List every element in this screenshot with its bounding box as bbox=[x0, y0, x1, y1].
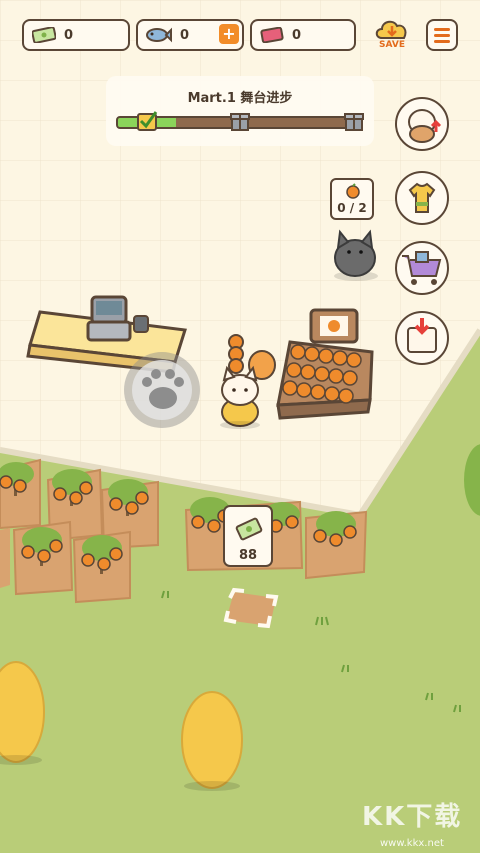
task-button[interactable] bbox=[392, 308, 452, 368]
cloud-icon bbox=[375, 20, 407, 39]
gift-icon[interactable] bbox=[230, 111, 250, 131]
paw-spot-icon bbox=[124, 352, 200, 428]
shop-cart-icon bbox=[395, 241, 449, 295]
order-count: 0 / 2 bbox=[337, 201, 367, 215]
fish-value: 0 bbox=[180, 27, 190, 43]
menu-line-icon bbox=[434, 28, 450, 31]
save-label: SAVE bbox=[379, 40, 405, 50]
gift-icon[interactable] bbox=[344, 111, 364, 131]
customer-cat bbox=[334, 229, 378, 281]
outfit-button[interactable] bbox=[392, 168, 452, 228]
save-button[interactable]: SAVE bbox=[372, 16, 412, 56]
empty-build-slot bbox=[223, 587, 279, 629]
orange-icon bbox=[346, 183, 360, 199]
shop-button[interactable] bbox=[392, 238, 452, 298]
cash-icon bbox=[235, 517, 263, 541]
watermark-url: www.kkx.net bbox=[380, 838, 444, 849]
fish-icon bbox=[146, 27, 172, 43]
watermark-brand: KK下载 bbox=[362, 802, 463, 832]
stage-progress-panel: Mart.1 舞台进步 bbox=[106, 76, 374, 146]
outfit-shirt-icon bbox=[395, 171, 449, 225]
customer-order-bubble: 0 / 2 bbox=[330, 178, 374, 220]
plot-price: 88 bbox=[238, 548, 258, 563]
fish-counter: 0 + bbox=[136, 19, 244, 51]
ticket-icon bbox=[260, 27, 284, 43]
menu-button[interactable] bbox=[426, 19, 458, 51]
menu-line-icon bbox=[434, 40, 450, 43]
menu-line-icon bbox=[434, 34, 450, 37]
add-fish-button[interactable]: + bbox=[219, 24, 239, 44]
cash-counter: 0 bbox=[22, 19, 130, 51]
staff-upgrade-icon bbox=[395, 97, 449, 151]
check-icon bbox=[137, 111, 158, 131]
cash-value: 0 bbox=[64, 27, 74, 43]
ticket-counter: 0 bbox=[250, 19, 356, 51]
stage-progress-title: Mart.1 舞台进步 bbox=[187, 91, 293, 106]
cash-icon bbox=[32, 27, 56, 43]
task-list-icon bbox=[395, 311, 449, 365]
staff-upgrade-button[interactable] bbox=[392, 94, 452, 154]
plot-price-bubble[interactable]: 88 bbox=[223, 505, 273, 567]
ticket-value: 0 bbox=[292, 27, 302, 43]
